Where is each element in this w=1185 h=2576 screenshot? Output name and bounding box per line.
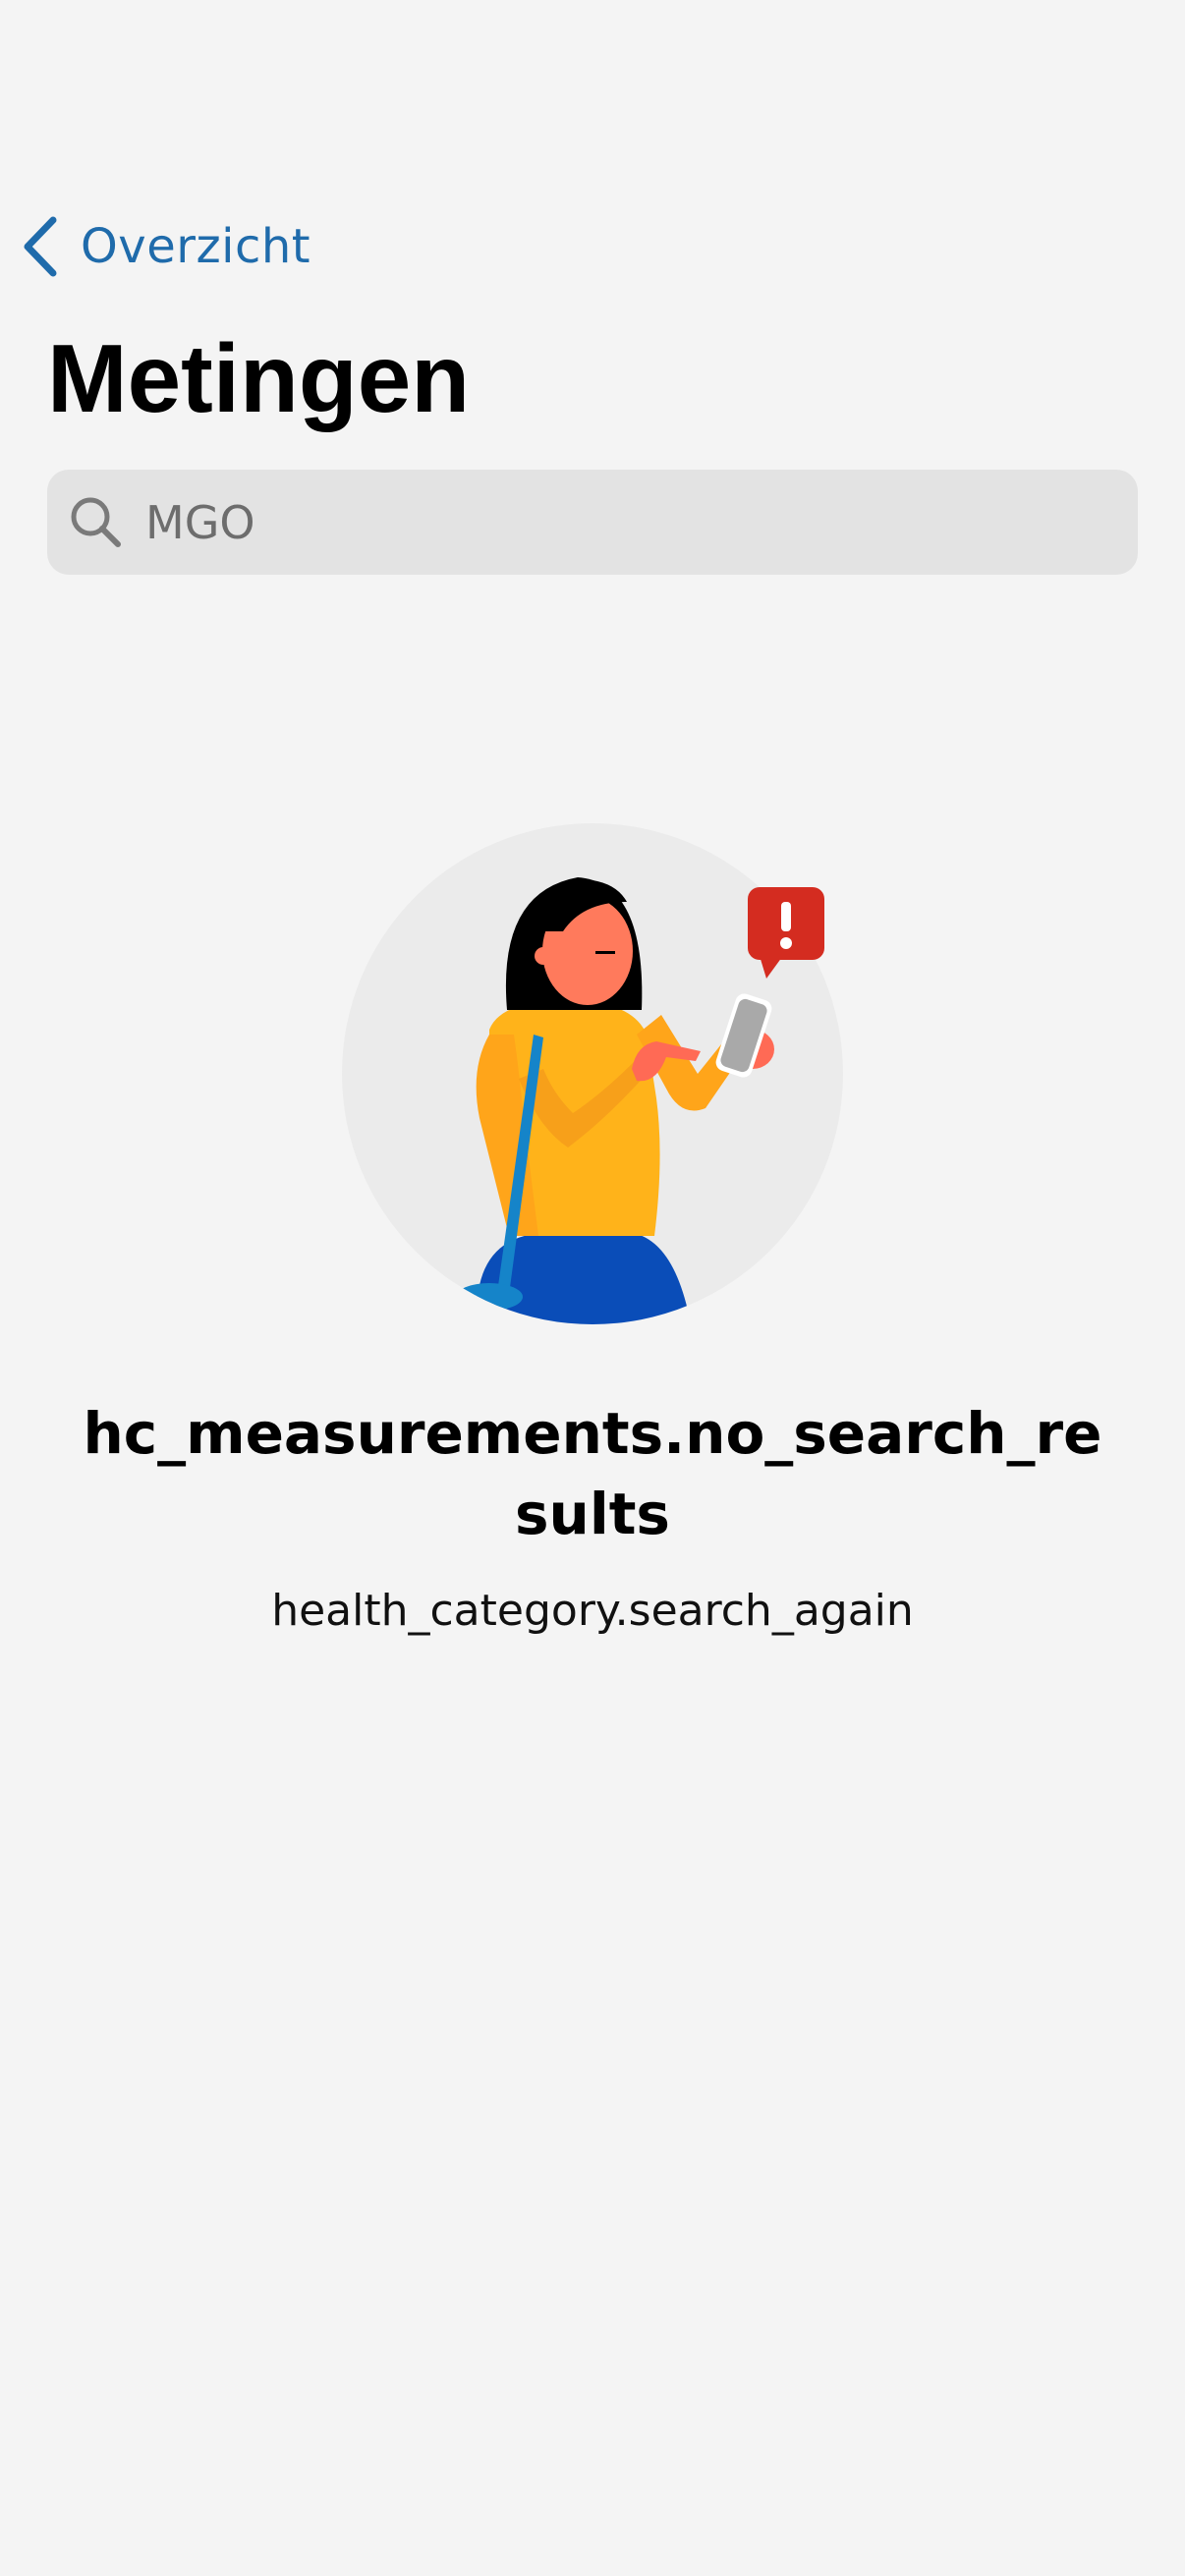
search-icon xyxy=(69,495,124,550)
back-button-label: Overzicht xyxy=(81,219,311,274)
empty-state-title: hc_measurements.no_search_results xyxy=(83,1400,1102,1547)
search-bar[interactable] xyxy=(47,470,1138,575)
search-input[interactable] xyxy=(145,482,1138,562)
page-title: Metingen xyxy=(47,324,471,432)
chevron-left-icon xyxy=(20,214,59,279)
empty-state-subtitle: health_category.search_again xyxy=(271,1586,914,1636)
back-button[interactable]: Overzicht xyxy=(20,214,310,279)
empty-state-illustration xyxy=(342,823,843,1324)
